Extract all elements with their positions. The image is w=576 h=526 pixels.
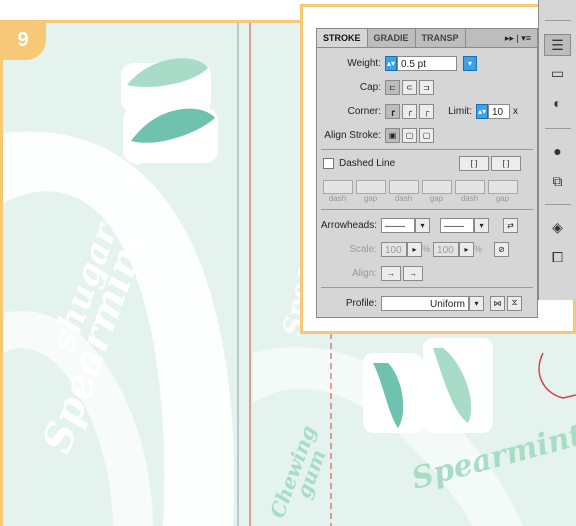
place-arrow-icon[interactable]: → bbox=[403, 265, 423, 281]
butt-cap-icon[interactable]: ⊏ bbox=[385, 79, 400, 95]
transparency-tab-label: TRANSP bbox=[421, 33, 459, 43]
stroke-panel[interactable]: STROKE GRADIE TRANSP ▸▸ | ▾≡ Weight: ▴▾ … bbox=[316, 28, 538, 318]
chevron-down-icon[interactable]: ▾ bbox=[469, 295, 484, 311]
gap-label: gap bbox=[429, 193, 444, 203]
tab-gradient[interactable]: GRADIE bbox=[368, 29, 416, 47]
limit-stepper[interactable]: ▴▾ bbox=[476, 103, 488, 119]
gradient-icon[interactable]: ▭ bbox=[544, 62, 571, 84]
arrowheads-label: Arrowheads: bbox=[320, 219, 377, 231]
cap-row: Cap: ⊏ ⊂ ⊐ bbox=[317, 77, 436, 97]
weight-stepper[interactable]: ▴▾ bbox=[385, 55, 397, 71]
align-outside-icon[interactable]: ▢ bbox=[419, 127, 434, 143]
dashed-row: Dashed Line [ ] [ ] bbox=[323, 153, 523, 173]
weight-dropdown[interactable]: ▾ bbox=[463, 55, 477, 71]
scale-row: Scale: 100 ▸ % 100 ▸ % ⊘ bbox=[317, 239, 511, 259]
corner-label: Corner: bbox=[347, 105, 381, 117]
page-number-badge: 9 bbox=[0, 20, 46, 60]
align-stroke-row: Align Stroke: ▣ ▢ ▢ bbox=[317, 125, 436, 145]
graphic-styles-icon[interactable]: ⧉ bbox=[544, 170, 571, 192]
corner-row: Corner: ┏ ╭ ┌ Limit: ▴▾ 10 x bbox=[317, 101, 518, 121]
dash-labels-row: dash gap dash gap dash gap bbox=[321, 191, 519, 205]
swap-arrowheads-icon[interactable]: ⇄ bbox=[503, 217, 518, 233]
dash-align-icon[interactable]: [ ] bbox=[491, 155, 521, 171]
align-arrow-label: Align: bbox=[351, 267, 377, 279]
mint-leaf-icon bbox=[121, 58, 211, 113]
mint-leaf-icon bbox=[363, 353, 423, 433]
weight-label: Weight: bbox=[347, 57, 381, 69]
end-arrowhead-select[interactable]: —— bbox=[440, 217, 474, 233]
weight-row: Weight: ▴▾ 0.5 pt ▾ bbox=[317, 53, 477, 73]
flip-horizontal-icon[interactable]: ⋈ bbox=[490, 295, 505, 311]
dock-divider bbox=[545, 204, 571, 205]
profile-select[interactable]: Uniform bbox=[381, 295, 469, 311]
miter-join-icon[interactable]: ┏ bbox=[385, 103, 400, 119]
dash-label: dash bbox=[328, 193, 347, 203]
dashed-line-checkbox[interactable] bbox=[323, 157, 334, 169]
bevel-join-icon[interactable]: ┌ bbox=[419, 103, 434, 119]
dash-label: dash bbox=[460, 193, 479, 203]
divider bbox=[321, 287, 533, 288]
weight-field[interactable]: 0.5 pt bbox=[397, 55, 457, 71]
dash-preserve-icon[interactable]: [ ] bbox=[459, 155, 489, 171]
align-center-icon[interactable]: ▣ bbox=[385, 127, 400, 143]
percent-label: % bbox=[474, 244, 483, 254]
round-join-icon[interactable]: ╭ bbox=[402, 103, 417, 119]
divider bbox=[321, 149, 533, 150]
scale-arrow-icon[interactable]: ▸ bbox=[407, 241, 422, 257]
limit-x-icon: x bbox=[513, 105, 518, 117]
scale-arrow-icon[interactable]: ▸ bbox=[459, 241, 475, 257]
panel-dock: ☰ ▭ ◐ ● ⧉ ◈ ⧠ bbox=[538, 0, 576, 300]
dock-divider bbox=[545, 20, 571, 21]
align-stroke-label: Align Stroke: bbox=[324, 129, 381, 141]
artboards-icon[interactable]: ⧠ bbox=[544, 246, 571, 268]
projecting-cap-icon[interactable]: ⊐ bbox=[419, 79, 434, 95]
scale-label: Scale: bbox=[349, 243, 377, 255]
align-inside-icon[interactable]: ▢ bbox=[402, 127, 417, 143]
start-arrowhead-select[interactable]: —— bbox=[381, 217, 415, 233]
dashed-line-label: Dashed Line bbox=[339, 157, 396, 169]
dock-divider bbox=[545, 128, 571, 129]
end-scale-field[interactable]: 100 bbox=[433, 241, 460, 257]
percent-label: % bbox=[422, 244, 431, 254]
profile-row: Profile: Uniform ▾ ⋈ ⧖ bbox=[317, 293, 524, 313]
gradient-tab-label: GRADIE bbox=[373, 33, 409, 43]
dash-label: dash bbox=[394, 193, 413, 203]
start-scale-field[interactable]: 100 bbox=[381, 241, 407, 257]
limit-label: Limit: bbox=[448, 105, 472, 117]
layers-icon[interactable]: ◈ bbox=[544, 216, 571, 238]
arrowheads-row: Arrowheads: —— ▾ —— ▾ ⇄ bbox=[317, 215, 520, 235]
panel-tabs: STROKE GRADIE TRANSP ▸▸ | ▾≡ bbox=[317, 29, 537, 48]
transparency-icon[interactable]: ◐ bbox=[544, 92, 571, 114]
tab-stroke[interactable]: STROKE bbox=[317, 29, 368, 47]
chevron-down-icon[interactable]: ▾ bbox=[474, 217, 489, 233]
flip-vertical-icon[interactable]: ⧖ bbox=[507, 295, 522, 311]
gap-label: gap bbox=[495, 193, 510, 203]
cap-label: Cap: bbox=[359, 81, 381, 93]
panel-menu-button[interactable]: ▸▸ | ▾≡ bbox=[499, 29, 537, 47]
link-scale-icon[interactable]: ⊘ bbox=[494, 241, 510, 257]
round-cap-icon[interactable]: ⊂ bbox=[402, 79, 417, 95]
chevron-down-icon[interactable]: ▾ bbox=[415, 217, 430, 233]
mint-leaf-icon bbox=[423, 338, 493, 433]
stroke-tab-label: STROKE bbox=[323, 33, 361, 43]
extend-arrow-icon[interactable]: → bbox=[381, 265, 401, 281]
stroke-lines-icon[interactable]: ☰ bbox=[544, 34, 571, 56]
tab-transparency[interactable]: TRANSP bbox=[416, 29, 466, 47]
limit-field[interactable]: 10 bbox=[488, 103, 510, 119]
align-arrow-row: Align: → → bbox=[317, 263, 425, 283]
profile-label: Profile: bbox=[345, 297, 377, 309]
divider bbox=[321, 209, 533, 210]
appearance-icon[interactable]: ● bbox=[544, 140, 571, 162]
gap-label: gap bbox=[363, 193, 378, 203]
die-cut-line bbox=[538, 352, 576, 399]
